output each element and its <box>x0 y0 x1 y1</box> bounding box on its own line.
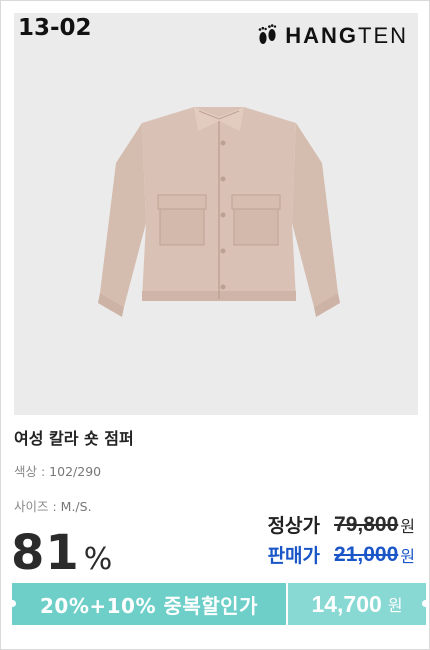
discount-unit: % <box>83 542 113 577</box>
promo-label-box: 20%+10% 중복할인가 <box>12 583 286 625</box>
discount-number: 81 <box>11 525 80 581</box>
product-card[interactable]: 13-02 HANGTEN 여성 칼라 숏 점퍼 색상: 102/290 사이… <box>0 0 430 650</box>
size-info: 사이즈 : M./S. <box>14 496 92 515</box>
color-label: 색상 : <box>14 464 50 479</box>
product-code: 13-02 <box>18 15 92 41</box>
color-value: 102/290 <box>49 464 102 479</box>
brand-logo: HANGTEN <box>257 23 408 49</box>
promo-price-box: 14,700 원 <box>288 583 426 625</box>
size-label: 사이즈 : <box>14 499 61 514</box>
banner-notch-left <box>9 600 16 607</box>
product-title[interactable]: 여성 칼라 숏 점퍼 <box>14 425 134 449</box>
color-info: 색상 : 102/290 <box>14 461 101 480</box>
sale-price: 21,000 <box>334 542 399 566</box>
promo-banner[interactable]: 20%+10% 중복할인가 14,700 원 <box>9 583 429 625</box>
regular-price-label: 정상가 <box>267 515 321 537</box>
product-image[interactable]: 13-02 HANGTEN <box>14 13 418 415</box>
brand-name: HANGTEN <box>285 23 408 48</box>
footprints-icon <box>258 24 277 44</box>
jacket-illustration <box>98 107 340 317</box>
regular-price: 79,800 <box>334 512 399 536</box>
regular-currency: 원 <box>400 516 415 536</box>
banner-notch-right <box>422 600 429 607</box>
sale-price-row: 판매가 21,000 원 <box>268 541 415 568</box>
promo-final-price: 14,700 <box>311 590 382 617</box>
promo-text: 20%+10% 중복할인가 <box>40 593 258 618</box>
regular-price-row: 정상가 79,800 원 <box>268 511 415 538</box>
sale-price-label: 판매가 <box>267 545 321 567</box>
sale-currency: 원 <box>400 546 415 566</box>
promo-currency: 원 <box>387 596 403 615</box>
discount-rate: 81 % <box>11 525 112 581</box>
size-value: M./S. <box>60 499 92 514</box>
